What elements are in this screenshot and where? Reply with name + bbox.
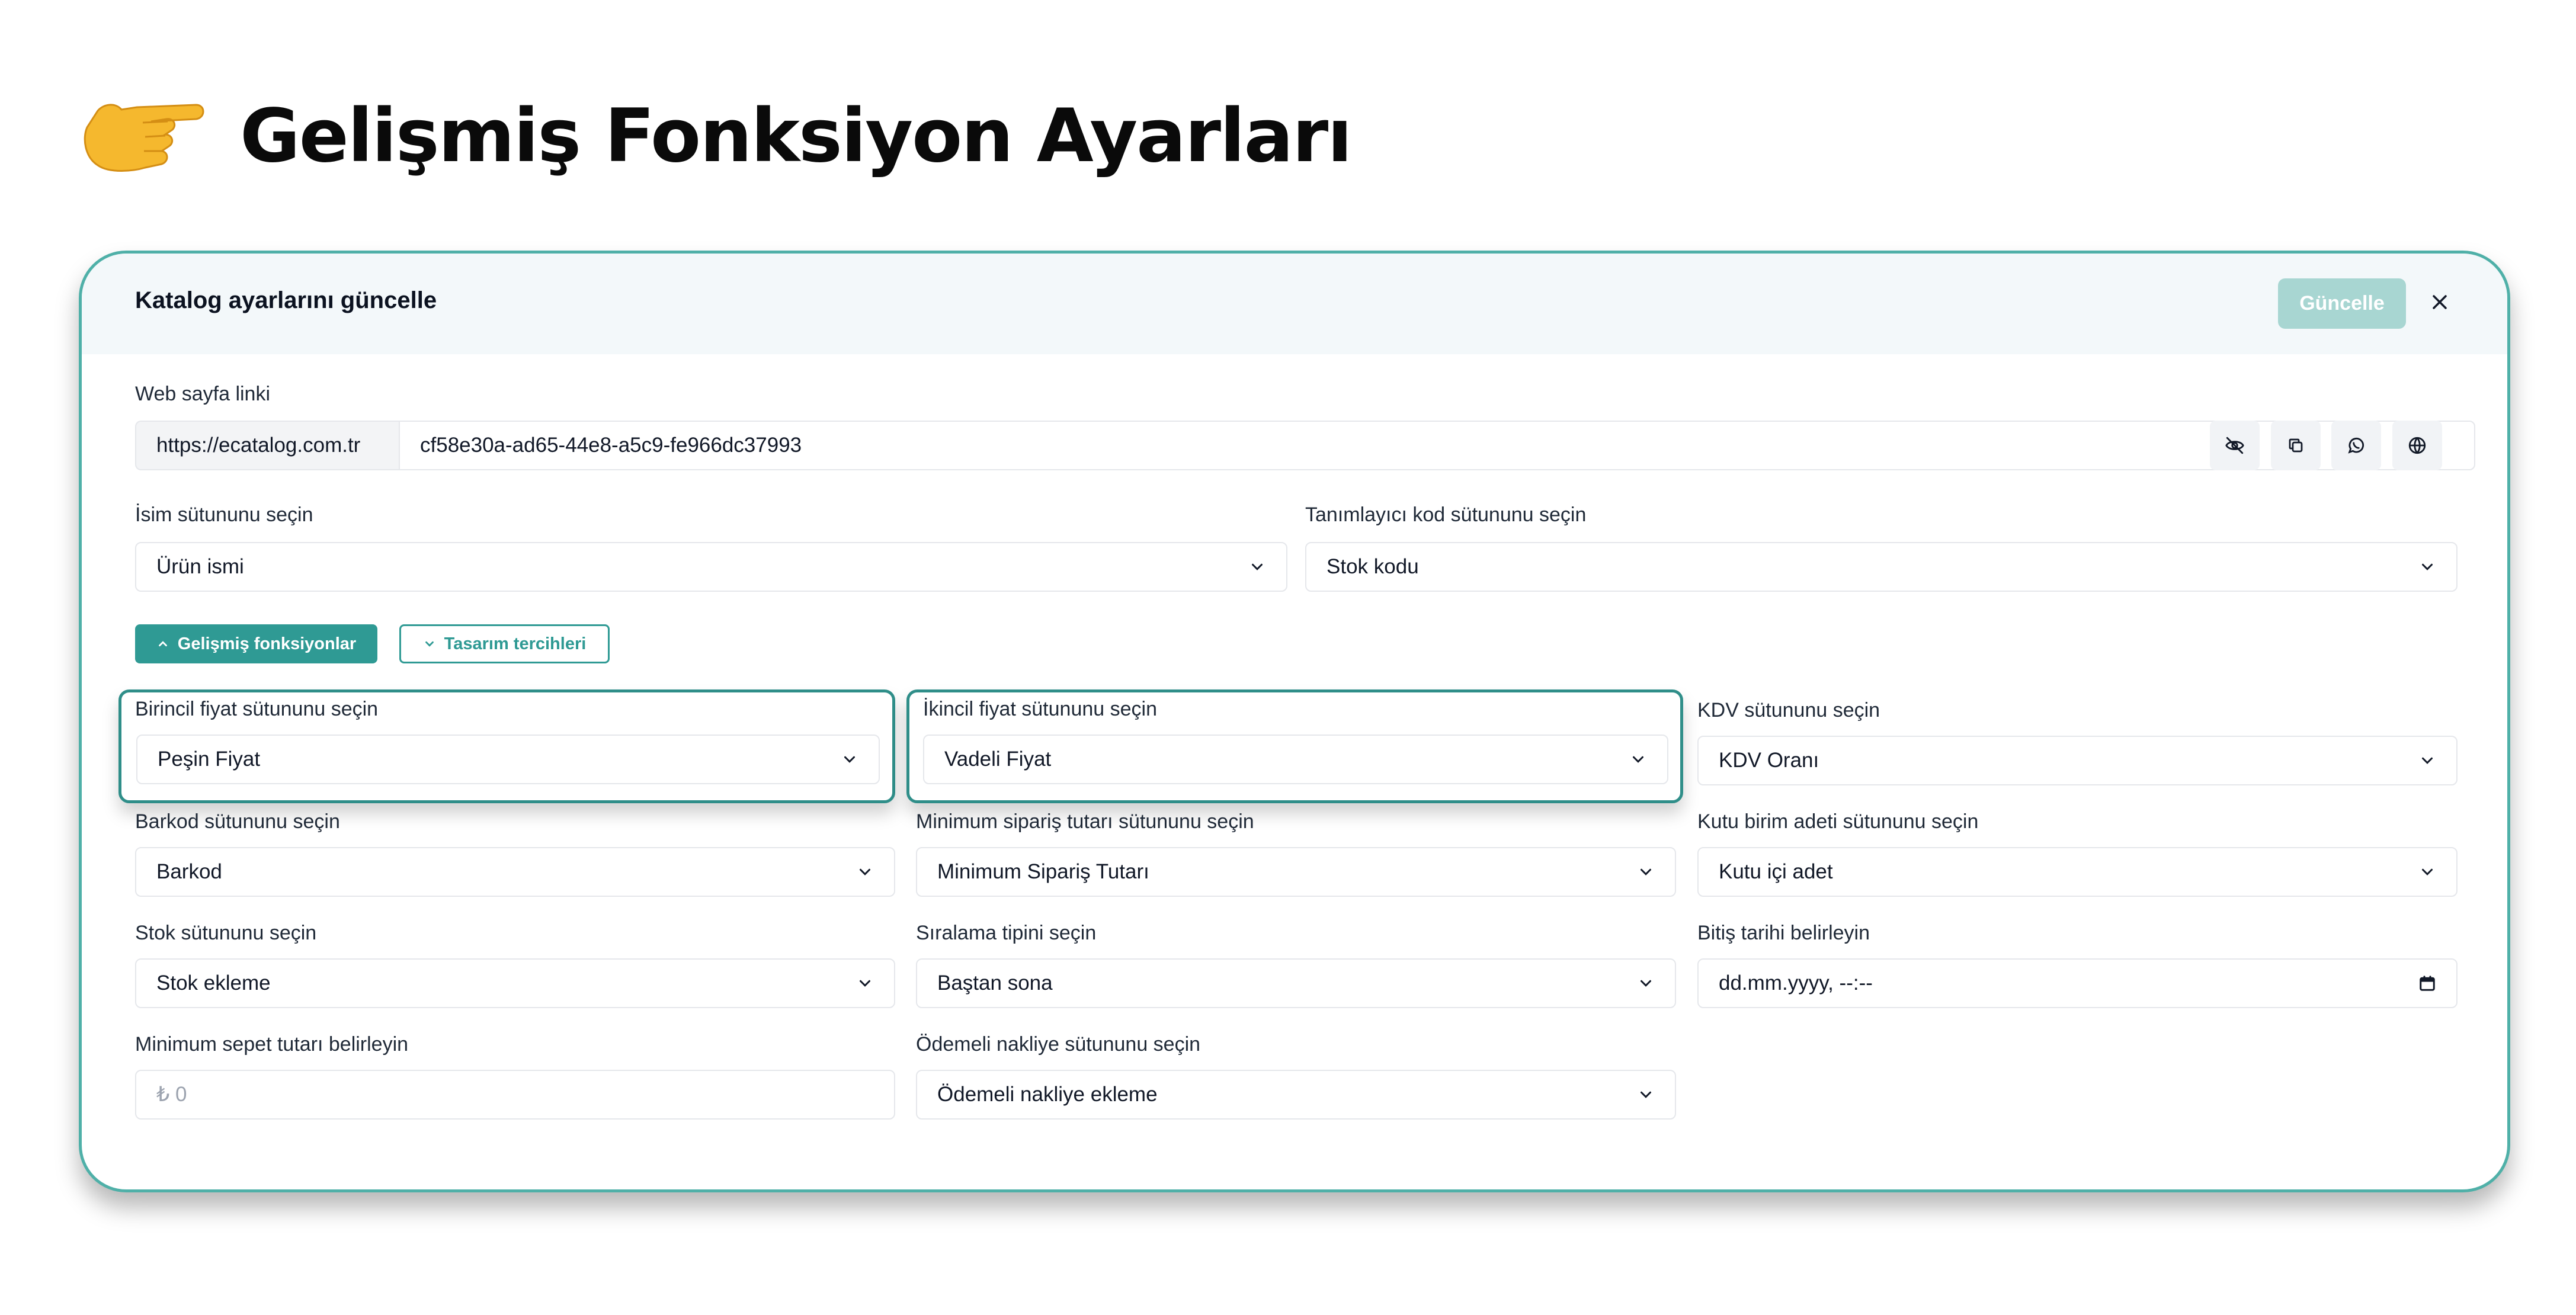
chevron-down-icon bbox=[860, 980, 870, 987]
globe-icon bbox=[2408, 437, 2426, 454]
barcode-label: Barkod sütununu seçin bbox=[135, 810, 340, 833]
min-cart-label: Minimum sepet tutarı belirleyin bbox=[135, 1033, 409, 1056]
chevron-down-icon bbox=[1641, 1091, 1651, 1098]
shipping-value: Ödemeli nakliye ekleme bbox=[937, 1083, 1158, 1106]
hide-link-button[interactable] bbox=[2210, 421, 2260, 470]
dialog-header: Katalog ayarlarını güncelle Güncelle bbox=[82, 254, 2507, 354]
chevron-down-icon bbox=[1641, 868, 1651, 875]
chevron-down-icon bbox=[844, 756, 855, 763]
dialog-title: Katalog ayarlarını güncelle bbox=[135, 287, 437, 313]
end-date-label: Bitiş tarihi belirleyin bbox=[1697, 922, 1870, 944]
sort-select[interactable]: Baştan sona bbox=[916, 958, 1676, 1008]
chevron-down-icon bbox=[1633, 756, 1643, 763]
name-column-label: İsim sütununu seçin bbox=[135, 503, 313, 526]
min-order-label: Minimum sipariş tutarı sütununu seçin bbox=[916, 810, 1254, 833]
whatsapp-share-button[interactable] bbox=[2331, 421, 2381, 470]
code-column-select[interactable]: Stok kodu bbox=[1305, 542, 2458, 592]
calendar-icon[interactable] bbox=[2418, 974, 2436, 992]
chevron-down-icon bbox=[2422, 868, 2433, 875]
chevron-up-icon bbox=[158, 641, 167, 647]
secondary-price-select[interactable]: Vadeli Fiyat bbox=[923, 735, 1668, 784]
tab-advanced-label: Gelişmiş fonksiyonlar bbox=[177, 634, 357, 653]
settings-dialog: Katalog ayarlarını güncelle Güncelle Web… bbox=[79, 251, 2510, 1192]
chevron-down-icon bbox=[425, 641, 434, 647]
open-web-button[interactable] bbox=[2392, 421, 2442, 470]
name-column-value: Ürün ismi bbox=[156, 555, 244, 578]
min-order-value: Minimum Sipariş Tutarı bbox=[937, 860, 1149, 883]
update-button[interactable]: Güncelle bbox=[2278, 278, 2406, 329]
chevron-down-icon bbox=[2422, 757, 2433, 764]
web-link-label: Web sayfa linki bbox=[135, 383, 271, 405]
stock-value: Stok ekleme bbox=[156, 971, 271, 995]
min-cart-input[interactable]: ₺ 0 bbox=[135, 1070, 895, 1120]
chevron-down-icon bbox=[860, 868, 870, 875]
hero: Gelişmiş Fonksiyon Ayarları bbox=[80, 83, 1353, 190]
vat-value: KDV Oranı bbox=[1719, 749, 1819, 772]
code-column-value: Stok kodu bbox=[1327, 555, 1419, 578]
tab-advanced-functions[interactable]: Gelişmiş fonksiyonlar bbox=[135, 624, 377, 663]
code-column-label: Tanımlayıcı kod sütununu seçin bbox=[1305, 503, 1587, 526]
chevron-down-icon bbox=[2422, 563, 2433, 570]
shipping-label: Ödemeli nakliye sütununu seçin bbox=[916, 1033, 1201, 1056]
stock-label: Stok sütununu seçin bbox=[135, 922, 317, 944]
page-title: Gelişmiş Fonksiyon Ayarları bbox=[240, 94, 1353, 179]
vat-select[interactable]: KDV Oranı bbox=[1697, 736, 2458, 785]
stock-select[interactable]: Stok ekleme bbox=[135, 958, 895, 1008]
min-cart-placeholder: ₺ 0 bbox=[156, 1083, 187, 1106]
sort-value: Baştan sona bbox=[937, 971, 1053, 995]
vat-label: KDV sütununu seçin bbox=[1697, 699, 1880, 721]
secondary-price-label: İkincil fiyat sütununu seçin bbox=[923, 698, 1157, 720]
primary-price-label: Birincil fiyat sütununu seçin bbox=[135, 698, 379, 720]
web-link-prefix: https://ecatalog.com.tr bbox=[135, 421, 399, 470]
close-icon bbox=[2433, 295, 2447, 309]
copy-icon bbox=[2289, 438, 2303, 453]
tab-design-preferences[interactable]: Tasarım tercihleri bbox=[399, 624, 610, 663]
whatsapp-icon bbox=[2348, 437, 2364, 454]
web-link-input[interactable]: cf58e30a-ad65-44e8-a5c9-fe966dc37993 bbox=[399, 421, 2475, 470]
pointing-hand-icon bbox=[84, 104, 204, 172]
box-unit-value: Kutu içi adet bbox=[1719, 860, 1833, 883]
primary-price-value: Peşin Fiyat bbox=[158, 748, 261, 771]
barcode-value: Barkod bbox=[156, 860, 222, 883]
chevron-down-icon bbox=[1252, 563, 1263, 570]
box-unit-select[interactable]: Kutu içi adet bbox=[1697, 847, 2458, 897]
end-date-input[interactable]: dd.mm.yyyy, --:-- bbox=[1697, 958, 2458, 1008]
barcode-select[interactable]: Barkod bbox=[135, 847, 895, 897]
eye-off-icon bbox=[2225, 437, 2244, 454]
shipping-select[interactable]: Ödemeli nakliye ekleme bbox=[916, 1070, 1676, 1120]
sort-label: Sıralama tipini seçin bbox=[916, 922, 1097, 944]
min-order-select[interactable]: Minimum Sipariş Tutarı bbox=[916, 847, 1676, 897]
box-unit-label: Kutu birim adeti sütununu seçin bbox=[1697, 810, 1979, 833]
secondary-price-value: Vadeli Fiyat bbox=[944, 748, 1052, 771]
chevron-down-icon bbox=[1641, 980, 1651, 987]
name-column-select[interactable]: Ürün ismi bbox=[135, 542, 1287, 592]
end-date-value: dd.mm.yyyy, --:-- bbox=[1719, 971, 1873, 995]
close-button[interactable] bbox=[2422, 284, 2458, 320]
copy-link-button[interactable] bbox=[2271, 421, 2321, 470]
primary-price-select[interactable]: Peşin Fiyat bbox=[136, 735, 880, 784]
tab-design-label: Tasarım tercihleri bbox=[444, 634, 587, 653]
